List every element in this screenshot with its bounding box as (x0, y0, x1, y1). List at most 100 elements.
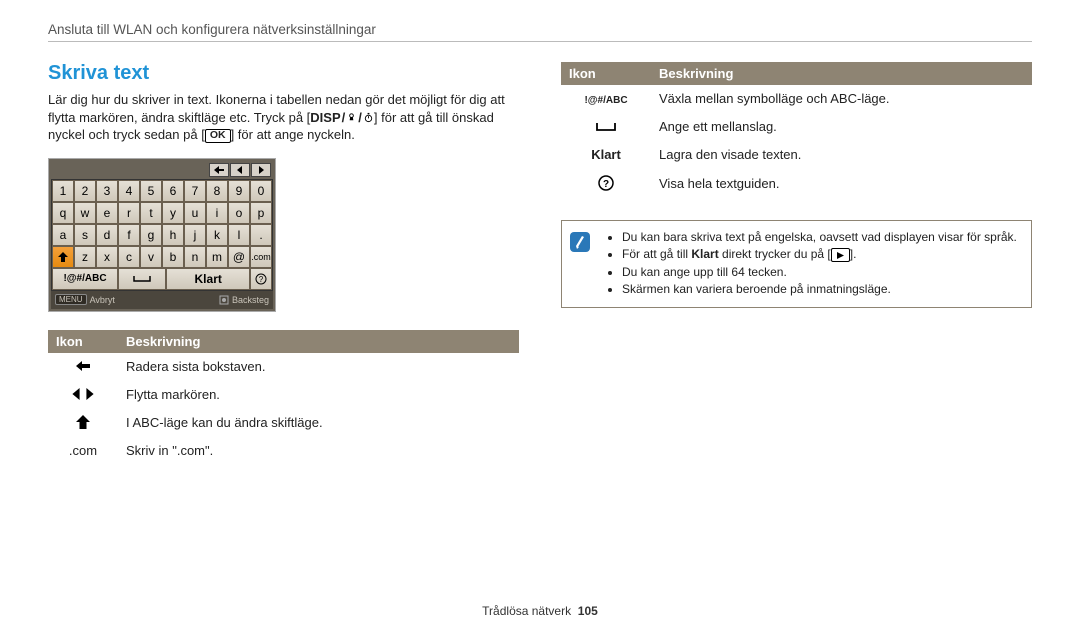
key-at[interactable]: @ (228, 246, 250, 268)
table-row: Klart Lagra den visade texten. (561, 141, 1032, 169)
key-u[interactable]: u (184, 202, 206, 224)
backspace-icon (74, 360, 92, 372)
note-item: Skärmen kan variera beroende på inmatnin… (622, 281, 1021, 298)
key-l[interactable]: l (228, 224, 250, 246)
page-number: 105 (578, 604, 598, 618)
key-f[interactable]: f (118, 224, 140, 246)
key-9[interactable]: 9 (228, 180, 250, 202)
intro-part3: ] för att ange nyckeln. (231, 127, 355, 142)
left-icon-table: Ikon Beskrivning Radera sista bokstaven.… (48, 330, 519, 465)
th-desc: Beskrivning (651, 62, 1032, 85)
timer-icon (363, 112, 374, 123)
table-row: ? Visa hela textguiden. (561, 169, 1032, 198)
ok-button-label: OK (205, 129, 231, 143)
note-item: Du kan ange upp till 64 tecken. (622, 264, 1021, 281)
key-j[interactable]: j (184, 224, 206, 246)
key-3[interactable]: 3 (96, 180, 118, 202)
key-8[interactable]: 8 (206, 180, 228, 202)
kb-backspace-icon[interactable] (209, 163, 229, 177)
key-done[interactable]: Klart (166, 268, 250, 290)
desc-cell: Ange ett mellanslag. (651, 113, 1032, 141)
play-icon (831, 248, 850, 262)
key-k[interactable]: k (206, 224, 228, 246)
desc-cell: I ABC-läge kan du ändra skiftläge. (118, 408, 519, 436)
kb-right-icon[interactable] (251, 163, 271, 177)
right-arrow-icon (85, 388, 95, 400)
key-y[interactable]: y (162, 202, 184, 224)
note-item: För att gå till Klart direkt trycker du … (622, 246, 1021, 263)
key-abc-mode[interactable]: !@#/ABC (52, 268, 118, 290)
page-footer: Trådlösa nätverk 105 (0, 604, 1080, 618)
desc-cell: Visa hela textguiden. (651, 169, 1032, 198)
key-w[interactable]: w (74, 202, 96, 224)
menu-label: MENU (55, 294, 87, 305)
table-row: Ange ett mellanslag. (561, 113, 1032, 141)
key-n[interactable]: n (184, 246, 206, 268)
key-a[interactable]: a (52, 224, 74, 246)
onscreen-keyboard: 1 2 3 4 5 6 7 8 9 0 q w e r t y (48, 158, 276, 312)
key-5[interactable]: 5 (140, 180, 162, 202)
kb-footer-cancel: MENUAvbryt (55, 294, 115, 305)
space-icon (595, 122, 617, 132)
table-row: !@#/ABC Växla mellan symbolläge och ABC-… (561, 85, 1032, 113)
key-b[interactable]: b (162, 246, 184, 268)
key-p[interactable]: p (250, 202, 272, 224)
klart-icon-text: Klart (561, 141, 651, 169)
shift-icon (76, 415, 90, 429)
key-s[interactable]: s (74, 224, 96, 246)
com-icon-text: .com (48, 436, 118, 464)
macro-icon (346, 112, 357, 123)
left-column: Skriva text Lär dig hur du skriver in te… (48, 62, 519, 465)
key-dot[interactable]: . (250, 224, 272, 246)
desc-cell: Radera sista bokstaven. (118, 353, 519, 381)
note-box: Du kan bara skriva text på engelska, oav… (561, 220, 1032, 308)
section-title: Skriva text (48, 62, 519, 85)
key-c[interactable]: c (118, 246, 140, 268)
key-help[interactable]: ? (250, 268, 272, 290)
table-row: .com Skriv in ".com". (48, 436, 519, 464)
table-row: Flytta markören. (48, 380, 519, 408)
kb-left-icon[interactable] (230, 163, 250, 177)
th-icon: Ikon (561, 62, 651, 85)
key-4[interactable]: 4 (118, 180, 140, 202)
key-d[interactable]: d (96, 224, 118, 246)
key-0[interactable]: 0 (250, 180, 272, 202)
key-q[interactable]: q (52, 202, 74, 224)
help-icon: ? (598, 175, 614, 191)
svg-text:?: ? (603, 179, 609, 190)
key-1[interactable]: 1 (52, 180, 74, 202)
intro-text: Lär dig hur du skriver in text. Ikonerna… (48, 91, 519, 144)
key-7[interactable]: 7 (184, 180, 206, 202)
key-v[interactable]: v (140, 246, 162, 268)
desc-cell: Skriv in ".com". (118, 436, 519, 464)
key-shift[interactable] (52, 246, 74, 268)
right-column: Ikon Beskrivning !@#/ABC Växla mellan sy… (561, 62, 1032, 465)
key-h[interactable]: h (162, 224, 184, 246)
key-t[interactable]: t (140, 202, 162, 224)
key-e[interactable]: e (96, 202, 118, 224)
key-o[interactable]: o (228, 202, 250, 224)
abc-mode-icon-text: !@#/ABC (584, 95, 627, 106)
breadcrumb: Ansluta till WLAN och konfigurera nätver… (48, 22, 1032, 37)
key-com[interactable]: .com (250, 246, 272, 268)
note-item: Du kan bara skriva text på engelska, oav… (622, 229, 1021, 246)
key-z[interactable]: z (74, 246, 96, 268)
th-desc: Beskrivning (118, 330, 519, 353)
info-icon (562, 221, 598, 307)
divider (48, 41, 1032, 42)
key-space[interactable] (118, 268, 166, 290)
table-row: I ABC-läge kan du ändra skiftläge. (48, 408, 519, 436)
kb-footer-backspace: Backsteg (219, 295, 269, 305)
desc-cell: Växla mellan symbolläge och ABC-läge. (651, 85, 1032, 113)
key-2[interactable]: 2 (74, 180, 96, 202)
key-i[interactable]: i (206, 202, 228, 224)
key-r[interactable]: r (118, 202, 140, 224)
th-icon: Ikon (48, 330, 118, 353)
key-x[interactable]: x (96, 246, 118, 268)
right-icon-table: Ikon Beskrivning !@#/ABC Växla mellan sy… (561, 62, 1032, 198)
key-g[interactable]: g (140, 224, 162, 246)
disp-label: DISP (310, 109, 340, 127)
key-m[interactable]: m (206, 246, 228, 268)
key-6[interactable]: 6 (162, 180, 184, 202)
desc-cell: Flytta markören. (118, 380, 519, 408)
